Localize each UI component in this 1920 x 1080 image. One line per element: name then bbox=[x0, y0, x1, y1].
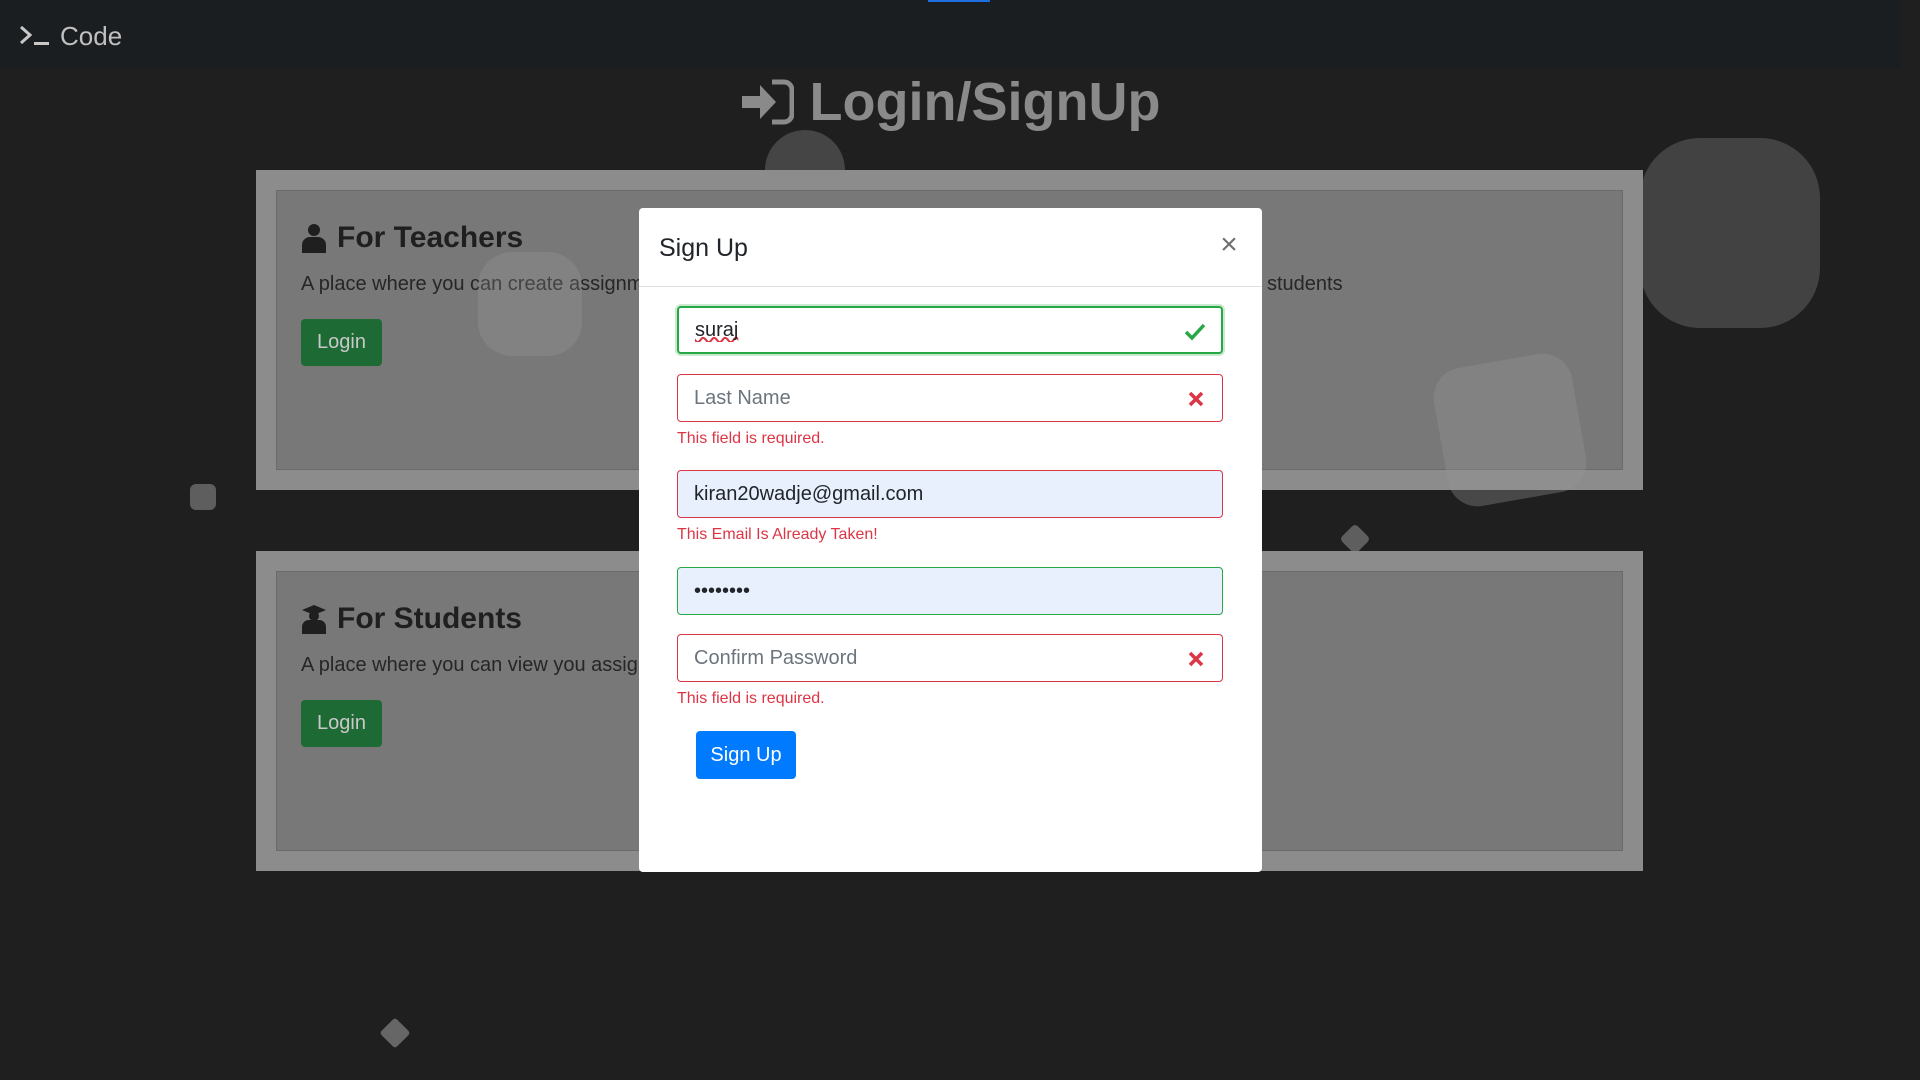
sign-in-icon bbox=[741, 79, 794, 125]
teachers-card-title: For Teachers bbox=[301, 221, 523, 255]
students-title-text: For Students bbox=[337, 602, 522, 635]
decorative-blob bbox=[478, 252, 582, 356]
students-description: A place where you can view you assig bbox=[301, 654, 638, 676]
signup-submit-button[interactable]: Sign Up bbox=[696, 731, 796, 779]
teachers-description: A place where you can create assignm bbox=[301, 273, 644, 295]
decorative-blob bbox=[1640, 138, 1820, 328]
email-field bbox=[677, 470, 1223, 518]
decorative-blob bbox=[1428, 348, 1592, 512]
modal-title: Sign Up bbox=[659, 234, 748, 262]
email-input[interactable] bbox=[678, 471, 1222, 517]
last-name-error: This field is required. bbox=[677, 430, 825, 447]
decorative-blob bbox=[379, 1017, 411, 1049]
page-title-text: Login/SignUp bbox=[809, 72, 1161, 132]
last-name-field bbox=[677, 374, 1223, 422]
brand-name: Code bbox=[60, 20, 123, 51]
password-field bbox=[677, 567, 1223, 615]
first-name-input[interactable] bbox=[679, 308, 1221, 352]
brand-link[interactable]: Code bbox=[18, 18, 122, 54]
error-x-icon bbox=[1188, 651, 1204, 667]
decorative-blob bbox=[190, 484, 216, 510]
modal-header: Sign Up × bbox=[639, 208, 1262, 287]
close-button[interactable]: × bbox=[1214, 230, 1244, 260]
confirm-password-field bbox=[677, 634, 1223, 682]
teachers-login-button[interactable]: Login bbox=[301, 319, 382, 366]
teachers-title-text: For Teachers bbox=[337, 221, 524, 254]
error-x-icon bbox=[1188, 391, 1204, 407]
students-card-title: For Students bbox=[301, 602, 522, 636]
confirm-password-input[interactable] bbox=[678, 635, 1222, 681]
check-icon bbox=[1184, 323, 1206, 341]
decorative-blob bbox=[1339, 523, 1371, 555]
page-title: Login/SignUp bbox=[0, 66, 1900, 138]
teachers-description-tail: students bbox=[1267, 273, 1343, 295]
student-icon bbox=[302, 605, 326, 634]
navbar: Code bbox=[0, 0, 1900, 69]
first-name-field bbox=[677, 306, 1223, 354]
students-login-button[interactable]: Login bbox=[301, 700, 382, 747]
last-name-input[interactable] bbox=[678, 375, 1222, 421]
password-input[interactable] bbox=[678, 568, 1222, 614]
terminal-icon bbox=[20, 25, 49, 45]
confirm-password-error: This field is required. bbox=[677, 690, 825, 707]
signup-modal: Sign Up × This field is required. This E… bbox=[639, 208, 1262, 872]
nav-active-indicator bbox=[928, 0, 990, 2]
teacher-icon bbox=[302, 224, 326, 253]
email-error: This Email Is Already Taken! bbox=[677, 526, 878, 543]
